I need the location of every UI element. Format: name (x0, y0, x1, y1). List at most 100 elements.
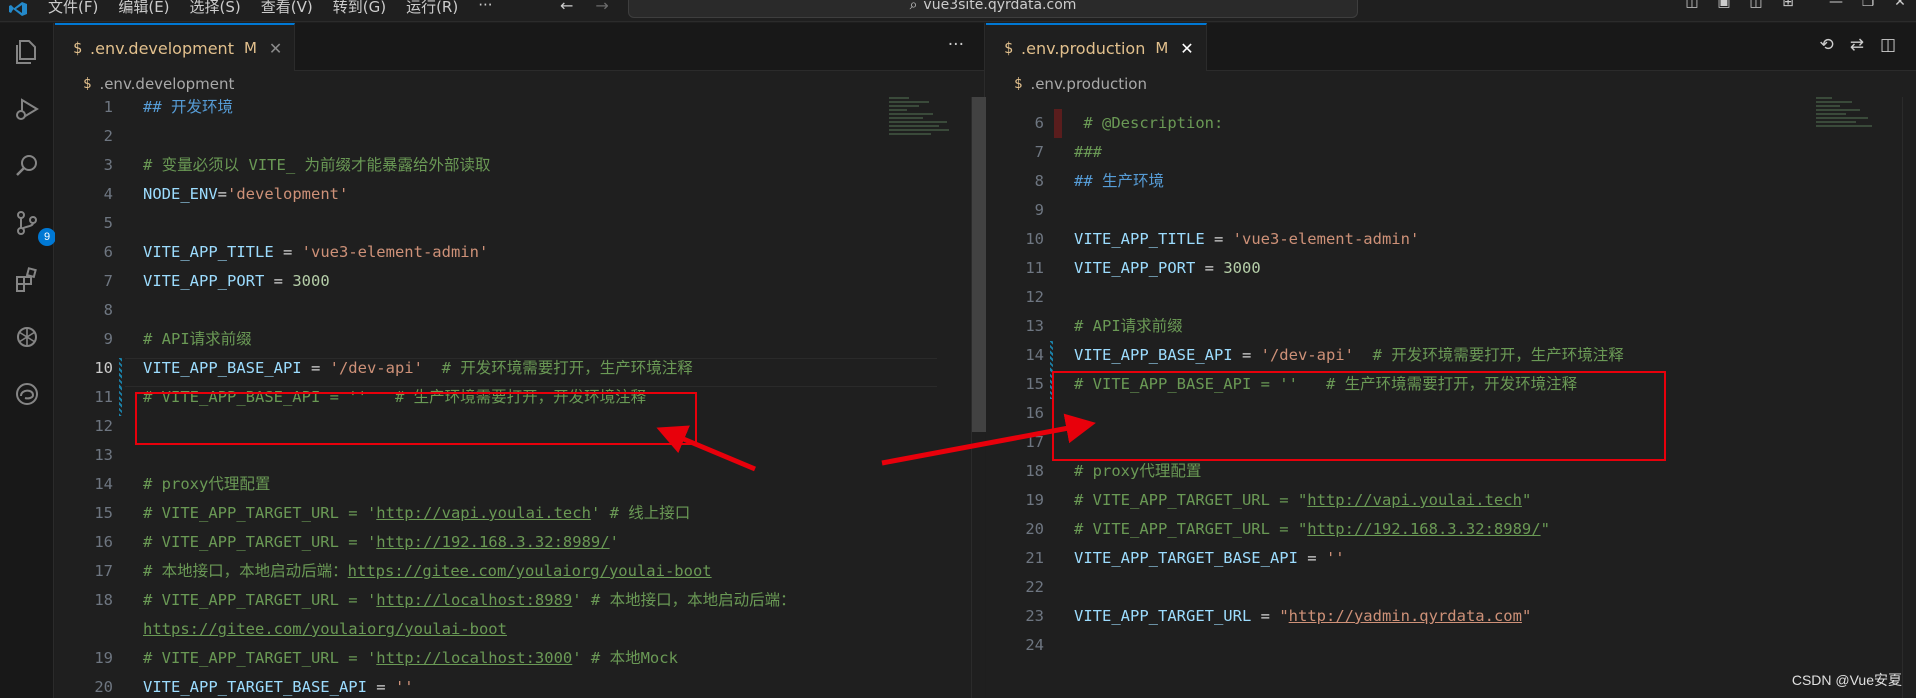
compare-changes-icon[interactable]: ⇄ (1850, 35, 1864, 55)
token: VITE_APP_BASE_API (1074, 346, 1233, 364)
line-text: # API请求前缀 (1074, 312, 1183, 341)
token[interactable]: http://localhost:8989 (376, 591, 572, 609)
token[interactable]: http://vapi.youlai.tech (376, 504, 591, 522)
code-line[interactable]: 9 (986, 196, 1916, 225)
minimap-right[interactable] (1816, 97, 1896, 167)
line-text: VITE_APP_TARGET_URL = "http://yadmin.qyr… (1074, 602, 1531, 631)
split-editor-icon[interactable]: ◫ (1880, 35, 1896, 55)
token[interactable]: http://192.168.3.32:8989/ (1307, 520, 1540, 538)
code-line[interactable]: 7 VITE_APP_PORT = 3000 (55, 267, 984, 296)
tab-env-production[interactable]: $ .env.production M ✕ (986, 23, 1207, 71)
code-line[interactable]: https://gitee.com/youlaiorg/youlai-boot (55, 615, 984, 644)
extensions-icon[interactable] (10, 263, 44, 297)
menu-item[interactable]: 运行(R) (406, 0, 458, 17)
toggle-sidebar-icon[interactable]: ◫ (1676, 0, 1708, 10)
minimize-icon[interactable]: — (1820, 0, 1852, 10)
code-line[interactable]: 18 # proxy代理配置 (986, 457, 1916, 486)
code-line[interactable]: 1 ## 开发环境 (55, 97, 984, 122)
line-text: ## 生产环境 (1074, 167, 1164, 196)
tab-env-development[interactable]: $ .env.development M ✕ (55, 23, 296, 71)
token[interactable]: http://192.168.3.32:8989/ (376, 533, 609, 551)
forward-arrow-icon[interactable]: → (595, 0, 608, 15)
code-line[interactable]: 2 (55, 122, 984, 151)
code-line[interactable]: 9 # API请求前缀 (55, 325, 984, 354)
run-debug-icon[interactable] (10, 92, 44, 126)
code-line[interactable]: 13 # API请求前缀 (986, 312, 1916, 341)
line-number: 10 (1025, 230, 1044, 248)
toggle-panel-icon[interactable]: ▣ (1708, 0, 1740, 10)
code-line[interactable]: 15 # VITE_APP_TARGET_URL = 'http://vapi.y… (55, 499, 984, 528)
code-line[interactable]: 20 VITE_APP_TARGET_BASE_API = '' (55, 673, 984, 698)
chatgpt-icon[interactable] (10, 320, 44, 354)
vscode-logo-icon (9, 2, 27, 16)
code-line[interactable]: 19 # VITE_APP_TARGET_URL = "http://vapi.y… (986, 486, 1916, 515)
title-bar: 文件(F) 编辑(E) 选择(S) 查看(V) 转到(G) 运行(R) ··· ← → ⌕ v… (0, 0, 1916, 22)
code-line[interactable]: 6 # @Description: (986, 109, 1916, 138)
menu-item[interactable]: 选择(S) (190, 0, 241, 17)
edge-icon[interactable] (10, 377, 44, 411)
back-arrow-icon[interactable]: ← (560, 0, 573, 15)
code-line[interactable]: 11 VITE_APP_PORT = 3000 (986, 254, 1916, 283)
code-line[interactable]: 8 ## 生产环境 (986, 167, 1916, 196)
restore-icon[interactable]: ❐ (1852, 0, 1884, 10)
code-line[interactable]: 21 VITE_APP_TARGET_BASE_API = '' (986, 544, 1916, 573)
timeline-icon[interactable]: ⟲ (1819, 35, 1833, 55)
token: = (273, 243, 302, 261)
code-line[interactable]: 19 # VITE_APP_TARGET_URL = 'http://localh… (55, 644, 984, 673)
token[interactable]: http://localhost:3000 (376, 649, 572, 667)
code-line[interactable]: 17 # 本地接口，本地启动后端：https://gitee.com/youlai… (55, 557, 984, 586)
code-line[interactable]: 13 (55, 441, 984, 470)
menu-item[interactable]: ··· (478, 0, 492, 17)
code-line[interactable]: 24 (986, 631, 1916, 660)
close-window-icon[interactable]: ✕ (1884, 0, 1916, 10)
code-line[interactable]: 5 (55, 209, 984, 238)
command-center[interactable]: ⌕ vue3site.qyrdata.com (628, 0, 1358, 18)
token[interactable]: http://yadmin.qyrdata.com (1289, 607, 1522, 625)
menu-item[interactable]: 文件(F) (48, 0, 98, 17)
token: " (1540, 520, 1550, 538)
token: ### (1074, 143, 1102, 161)
modified-indicator: M (1155, 39, 1169, 57)
vertical-scrollbar-right[interactable] (1902, 97, 1916, 698)
code-line[interactable]: 6 VITE_APP_TITLE = 'vue3-element-admin' (55, 238, 984, 267)
source-control-icon[interactable]: 9 (10, 206, 56, 246)
close-tab-icon[interactable]: ✕ (1180, 39, 1193, 58)
toggle-secondary-sidebar-icon[interactable]: ◫ (1740, 0, 1772, 10)
code-line[interactable]: 3 # 变量必须以 VITE_ 为前缀才能暴露给外部读取 (55, 151, 984, 180)
customize-layout-icon[interactable]: ⊞ (1772, 0, 1804, 10)
token: # VITE_APP_TARGET_URL = " (1074, 520, 1308, 538)
line-number: 15 (1025, 375, 1044, 393)
tab-bar-right: $ .env.production M ✕ ⟲ ⇄ ◫ (986, 23, 1916, 71)
code-line[interactable]: 10 VITE_APP_BASE_API = '/dev-api' # 开发环境需… (55, 354, 984, 383)
line-number: 14 (1025, 346, 1044, 364)
breadcrumb-file[interactable]: .env.development (99, 75, 234, 93)
code-line[interactable]: 16 # VITE_APP_TARGET_URL = 'http://192.16… (55, 528, 984, 557)
menu-item[interactable]: 转到(G) (333, 0, 386, 17)
close-tab-icon[interactable]: ✕ (269, 39, 282, 58)
code-line[interactable]: 20 # VITE_APP_TARGET_URL = "http://192.16… (986, 515, 1916, 544)
code-line[interactable]: 8 (55, 296, 984, 325)
token[interactable]: https://gitee.com/youlaiorg/youlai-boot (348, 562, 712, 580)
scrollbar-thumb[interactable] (972, 97, 986, 432)
code-line[interactable]: 12 (986, 283, 1916, 312)
minimap-left[interactable] (889, 97, 969, 167)
code-line[interactable]: 7 ### (986, 138, 1916, 167)
token[interactable]: https://gitee.com/youlaiorg/youlai-boot (143, 620, 507, 638)
code-line[interactable]: 23 VITE_APP_TARGET_URL = "http://yadmin.q… (986, 602, 1916, 631)
menu-item[interactable]: 查看(V) (261, 0, 313, 17)
code-line[interactable]: 4 NODE_ENV='development' (55, 180, 984, 209)
code-line[interactable]: 14 VITE_APP_BASE_API = '/dev-api' # 开发环境需… (986, 341, 1916, 370)
explorer-icon[interactable] (10, 35, 44, 69)
code-line[interactable]: 10 VITE_APP_TITLE = 'vue3-element-admin' (986, 225, 1916, 254)
search-view-icon[interactable] (10, 149, 44, 183)
more-actions-icon[interactable]: ··· (948, 35, 964, 55)
line-number: 5 (103, 214, 113, 232)
code-line[interactable]: 14 # proxy代理配置 (55, 470, 984, 499)
vertical-scrollbar-left[interactable] (971, 97, 986, 698)
code-line[interactable]: 22 (986, 573, 1916, 602)
token[interactable]: http://vapi.youlai.tech (1307, 491, 1522, 509)
breadcrumb-file[interactable]: .env.production (1030, 75, 1147, 93)
menu-item[interactable]: 编辑(E) (118, 0, 169, 17)
code-line[interactable]: 18 # VITE_APP_TARGET_URL = 'http://localh… (55, 586, 984, 615)
tab-bar-left: $ .env.development M ✕ ··· (55, 23, 984, 71)
